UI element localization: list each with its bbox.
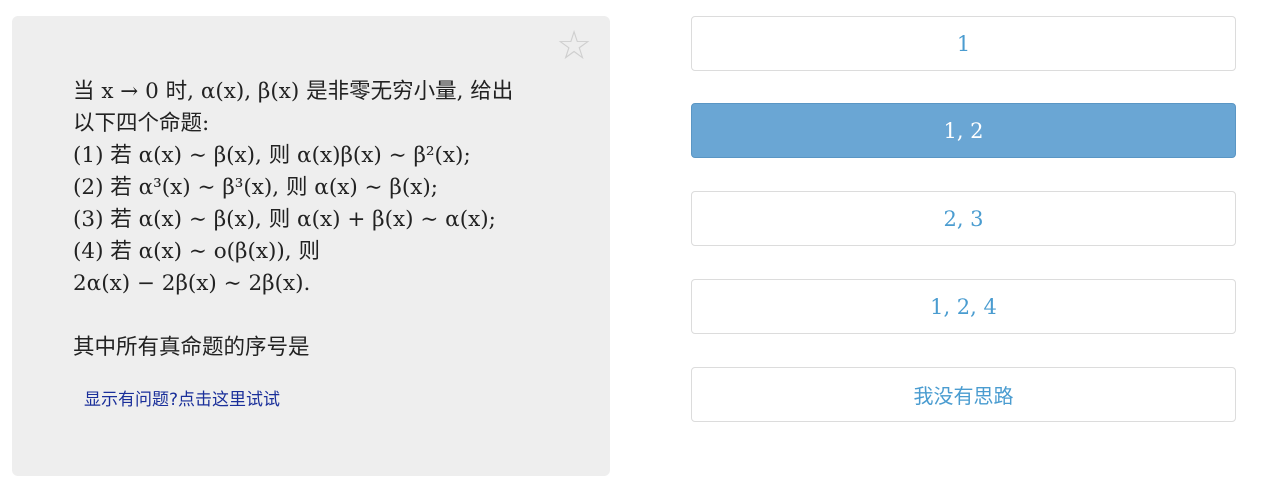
star-outline-icon[interactable]: ☆ <box>556 26 592 66</box>
proposition-1: (1) 若 α(x) ∼ β(x), 则 α(x)β(x) ∼ β²(x); <box>73 143 471 168</box>
question-prompt: 其中所有真命题的序号是 <box>73 335 310 360</box>
option-no-idea[interactable]: 我没有思路 <box>691 367 1236 422</box>
question-line: 当 x → 0 时, α(x), β(x) 是非零无穷小量, 给出 <box>73 79 514 104</box>
question-text: 当 x → 0 时, α(x), β(x) 是非零无穷小量, 给出 以下四个命题… <box>73 76 563 364</box>
option-2-3[interactable]: 2, 3 <box>691 191 1236 246</box>
question-line: 以下四个命题: <box>73 111 210 136</box>
proposition-4: (4) 若 α(x) ∼ o(β(x)), 则 <box>73 239 320 264</box>
proposition-4-continued: 2α(x) − 2β(x) ∼ 2β(x). <box>73 271 311 296</box>
question-card: ☆ 当 x → 0 时, α(x), β(x) 是非零无穷小量, 给出 以下四个… <box>12 16 610 476</box>
proposition-3: (3) 若 α(x) ∼ β(x), 则 α(x) + β(x) ∼ α(x); <box>73 207 496 232</box>
proposition-2: (2) 若 α³(x) ∼ β³(x), 则 α(x) ∼ β(x); <box>73 175 438 200</box>
display-problem-link[interactable]: 显示有问题?点击这里试试 <box>84 385 280 410</box>
option-1-2[interactable]: 1, 2 <box>691 103 1236 158</box>
option-1[interactable]: 1 <box>691 16 1236 71</box>
option-1-2-4[interactable]: 1, 2, 4 <box>691 279 1236 334</box>
